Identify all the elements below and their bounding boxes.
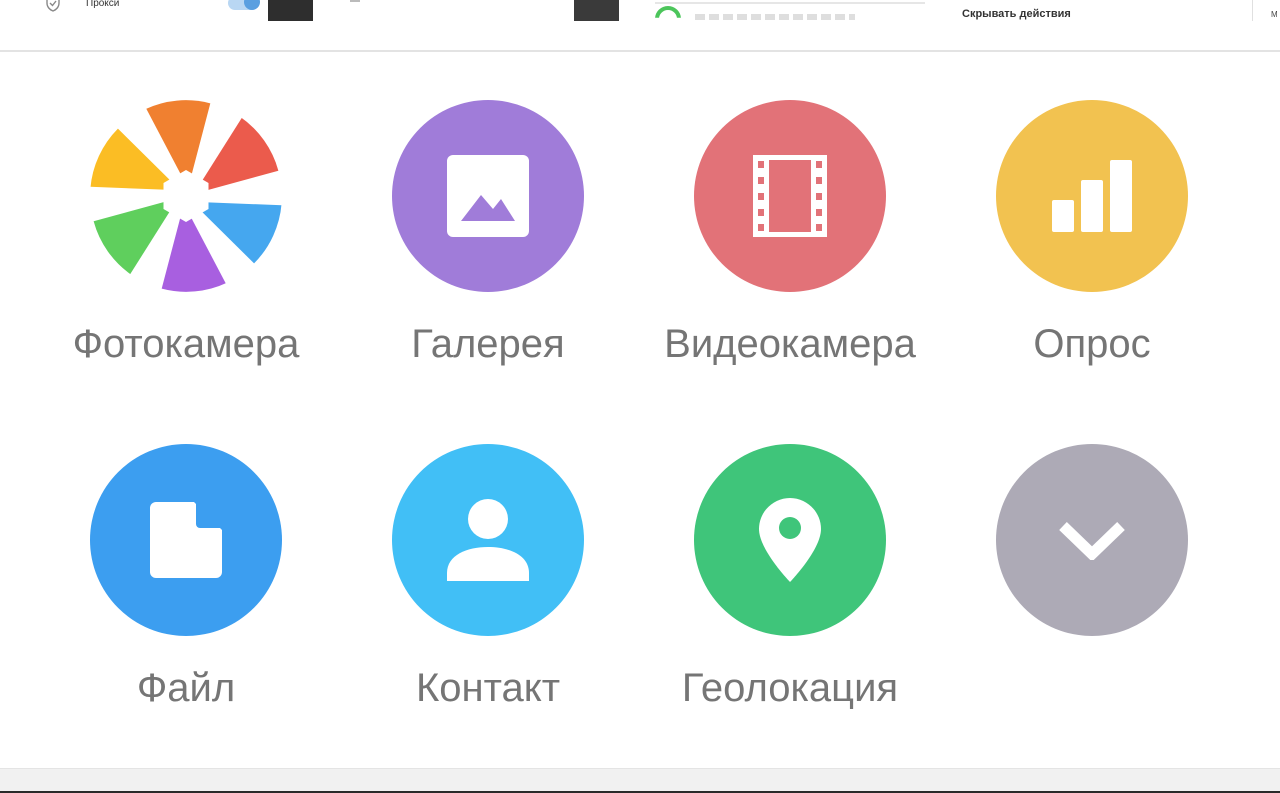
file-icon [150, 502, 222, 578]
video-circle [694, 100, 886, 292]
hide-actions-label: Скрывать действия [962, 8, 1071, 20]
divider [655, 2, 925, 4]
side-panel-fragment: М [1252, 0, 1280, 21]
more-circle [996, 444, 1188, 636]
image-icon [447, 155, 529, 237]
attach-gallery-button[interactable]: Галерея [338, 100, 638, 370]
file-circle [90, 444, 282, 636]
proxy-toggle[interactable] [228, 0, 260, 10]
attach-file-label: Файл [136, 666, 236, 710]
attach-video-label: Видеокамера [664, 322, 916, 366]
location-pin-icon [759, 498, 821, 582]
shield-icon [46, 0, 60, 12]
attach-camera-button[interactable]: Фотокамера [36, 100, 336, 370]
camera-shutter-icon [90, 100, 282, 292]
status-ring-icon [655, 6, 681, 18]
attach-video-button[interactable]: Видеокамера [640, 100, 940, 370]
attach-more-button[interactable] [942, 444, 1242, 662]
attach-menu-grid: Фотокамера Галерея Видеокамера Опрос Фай… [0, 52, 1280, 768]
attach-location-label: Геолокация [681, 666, 899, 710]
thumbnail [574, 0, 619, 21]
attach-poll-label: Опрос [1033, 322, 1151, 366]
bottom-bar [0, 768, 1280, 793]
attach-camera-label: Фотокамера [72, 322, 300, 366]
side-panel-text: М [1271, 10, 1278, 19]
attach-location-button[interactable]: Геолокация [640, 444, 940, 714]
person-icon [447, 499, 529, 581]
gallery-circle [392, 100, 584, 292]
contact-circle [392, 444, 584, 636]
screen: Прокси Скрывать действия М Фотокамера Га… [0, 0, 1280, 793]
blurred-text [695, 14, 855, 20]
chevron-down-icon [1059, 522, 1125, 560]
proxy-label: Прокси [86, 0, 120, 9]
attach-file-button[interactable]: Файл [36, 444, 336, 714]
attach-poll-button[interactable]: Опрос [942, 100, 1242, 370]
location-circle [694, 444, 886, 636]
poll-circle [996, 100, 1188, 292]
film-strip-icon [753, 155, 827, 237]
attach-gallery-label: Галерея [411, 322, 565, 366]
divider [350, 0, 360, 2]
background-settings-strip: Прокси Скрывать действия М [0, 0, 1280, 52]
bar-chart-icon [1052, 160, 1132, 232]
attach-contact-button[interactable]: Контакт [338, 444, 638, 714]
attach-contact-label: Контакт [415, 666, 561, 710]
thumbnail [268, 0, 313, 21]
